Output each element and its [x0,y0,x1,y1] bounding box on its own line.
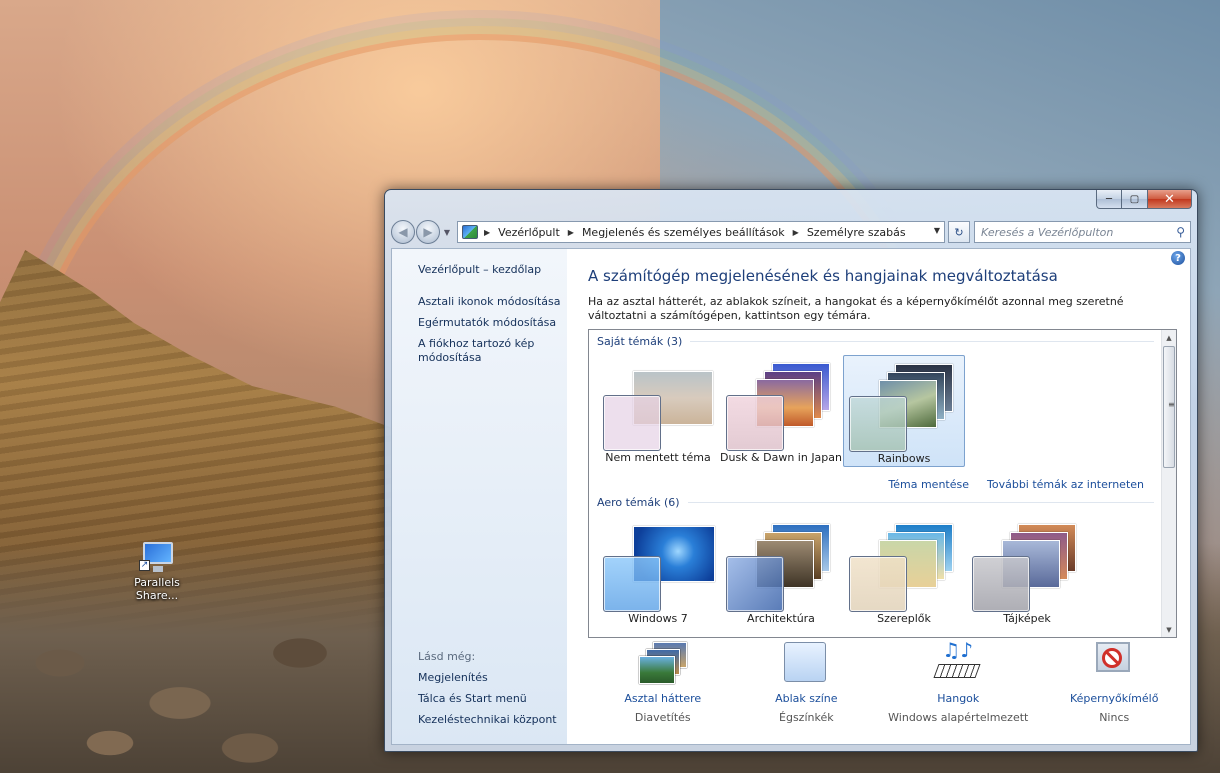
desktop-icon-label-1: Parallels [134,576,180,589]
theme-rainbows[interactable]: Rainbows [843,355,965,467]
theme-label: Rainbows [877,452,931,465]
desktop-background-icon [635,642,691,688]
desktop-background-value: Diavetítés [634,711,691,724]
my-themes-header: Saját témák (3) [597,335,1154,348]
window-color-icon [778,642,834,688]
back-button[interactable]: ◀ [391,220,415,244]
theme-label: Dusk & Dawn in Japan [720,451,842,464]
theme-label: Architektúra [747,612,815,625]
change-mouse-pointers-link[interactable]: Egérmutatók módosítása [418,316,567,330]
more-themes-online-link[interactable]: További témák az interneten [987,478,1144,491]
personalization-window: ─ ▢ ✕ ◀ ▶ ▼ ▶ Vezérlőpult ▶ Megjelenés é… [384,189,1198,752]
desktop-icon-label-2: Share... [135,589,179,602]
sounds-icon: ♫♪ [930,638,986,688]
theme-settings-bar: Asztal háttere Diavetítés Ablak színe Ég… [567,638,1190,732]
refresh-button[interactable]: ↻ [948,221,970,243]
address-dropdown-icon[interactable]: ▼ [934,226,940,235]
main-pane: ? A számítógép megjelenésének és hangjai… [567,249,1190,744]
theme-list[interactable]: Saját témák (3) Nem mentett téma Dusk & … [588,329,1177,638]
search-placeholder: Keresés a Vezérlőpulton [981,225,1114,239]
breadcrumb-control-panel[interactable]: Vezérlőpult [498,226,560,239]
control-panel-icon [462,225,478,239]
theme-label: Nem mentett téma [605,451,711,464]
theme-characters[interactable]: Szereplők [843,516,965,628]
screen-saver-link[interactable]: Képernyőkímélő [1038,692,1190,705]
desktop-icon-parallels-share[interactable]: ↗ Parallels Share... [126,540,188,602]
aero-themes-header: Aero témák (6) [597,496,1154,509]
window-color-link[interactable]: Ablak színe [731,692,883,705]
minimize-button[interactable]: ─ [1096,190,1122,209]
chevron-right-icon[interactable]: ▶ [484,228,490,237]
scroll-up-icon[interactable]: ▲ [1162,330,1176,345]
page-title: A számítógép megjelenésének és hangjaina… [588,267,1058,285]
theme-links: Téma mentése További témák az interneten [888,478,1144,491]
save-theme-link[interactable]: Téma mentése [888,478,969,491]
theme-label: Szereplők [877,612,931,625]
theme-thumbnail [603,524,715,612]
theme-architecture[interactable]: Architektúra [720,516,842,628]
window-color-value: Égszínkék [779,711,834,724]
theme-list-scrollbar[interactable]: ▲ ≡ ▼ [1161,330,1176,637]
my-themes-header-label: Saját témák (3) [597,335,683,348]
screen-saver-setting[interactable]: Képernyőkímélő Nincs [1038,642,1190,732]
task-pane: Vezérlőpult – kezdőlap Asztali ikonok mó… [392,249,567,744]
chevron-right-icon[interactable]: ▶ [793,228,799,237]
ease-of-access-link[interactable]: Kezeléstechnikai központ [418,713,568,727]
control-panel-home-link[interactable]: Vezérlőpult – kezdőlap [418,263,567,277]
address-bar[interactable]: ▶ Vezérlőpult ▶ Megjelenés és személyes … [457,221,945,243]
display-link[interactable]: Megjelenítés [418,671,568,685]
scroll-down-icon[interactable]: ▼ [1162,622,1176,637]
help-icon[interactable]: ? [1171,251,1185,265]
content-panes: Vezérlőpult – kezdőlap Asztali ikonok mó… [391,248,1191,745]
breadcrumb-appearance[interactable]: Megjelenés és személyes beállítások [582,226,785,239]
shortcut-arrow-icon: ↗ [139,560,150,571]
theme-label: Windows 7 [628,612,688,625]
theme-thumbnail [972,524,1082,612]
theme-thumbnail [726,524,836,612]
desktop-background-setting[interactable]: Asztal háttere Diavetítés [587,642,739,732]
theme-thumbnail [603,363,713,451]
theme-landscapes[interactable]: Tájképek [966,516,1088,628]
screen-saver-value: Nincs [1099,711,1130,724]
theme-label: Tájképek [1003,612,1051,625]
close-button[interactable]: ✕ [1148,190,1192,209]
aero-themes-header-label: Aero témák (6) [597,496,680,509]
maximize-button[interactable]: ▢ [1122,190,1148,209]
theme-thumbnail [849,524,959,612]
chevron-right-icon[interactable]: ▶ [568,228,574,237]
search-input[interactable]: Keresés a Vezérlőpulton ⚲ [974,221,1191,243]
desktop-background-link[interactable]: Asztal háttere [587,692,739,705]
theme-thumbnail [726,363,836,451]
forward-button[interactable]: ▶ [416,220,440,244]
scrollbar-thumb[interactable]: ≡ [1163,346,1175,468]
breadcrumb-personalization[interactable]: Személyre szabás [807,226,906,239]
window-color-setting[interactable]: Ablak színe Égszínkék [731,642,883,732]
theme-unsaved[interactable]: Nem mentett téma [597,355,719,467]
change-desktop-icons-link[interactable]: Asztali ikonok módosítása [418,295,567,309]
change-account-picture-link[interactable]: A fiókhoz tartozó kép módosítása [418,337,567,365]
navigation-bar: ◀ ▶ ▼ ▶ Vezérlőpult ▶ Megjelenés és szem… [391,219,1191,245]
recent-pages-dropdown[interactable]: ▼ [441,228,453,237]
caption-buttons: ─ ▢ ✕ [1096,190,1192,210]
theme-dusk-dawn-japan[interactable]: Dusk & Dawn in Japan [720,355,842,467]
monitor-icon: ↗ [137,540,177,574]
sounds-value: Windows alapértelmezett [888,711,1029,724]
theme-thumbnail [849,364,959,452]
see-also-label: Lásd még: [418,650,476,663]
sounds-setting[interactable]: ♫♪ Hangok Windows alapértelmezett [878,638,1038,732]
see-also-section: Lásd még: Megjelenítés Tálca és Start me… [418,650,568,734]
search-icon[interactable]: ⚲ [1176,225,1185,239]
sounds-link[interactable]: Hangok [878,692,1038,705]
theme-windows-7[interactable]: Windows 7 [597,516,719,628]
taskbar-start-menu-link[interactable]: Tálca és Start menü [418,692,568,706]
page-description: Ha az asztal hátterét, az ablakok színei… [588,295,1124,322]
screen-saver-icon [1086,642,1142,688]
